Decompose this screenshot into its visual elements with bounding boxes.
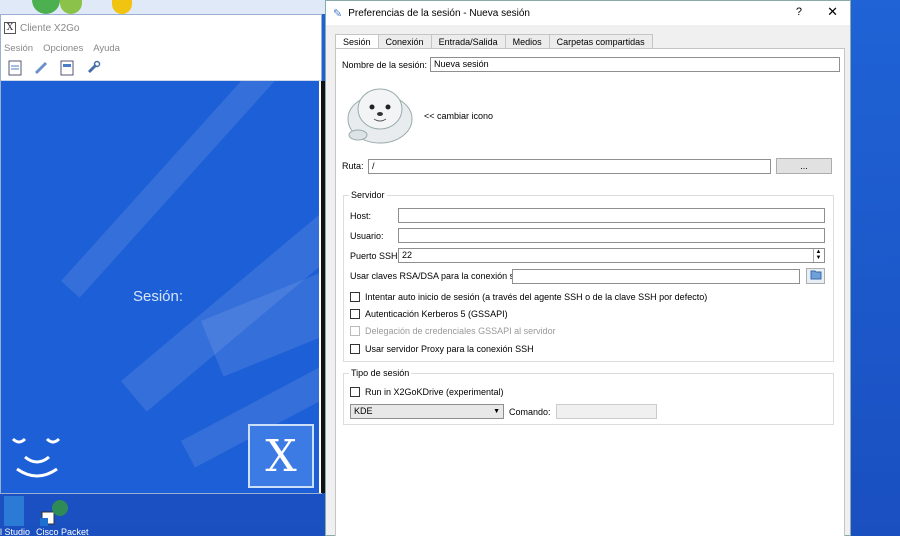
command-label: Comando: [509,406,551,417]
proxy-checkbox[interactable] [350,344,360,354]
session-name-input[interactable]: Nueva sesión [430,57,841,72]
folder-open-icon [810,270,821,280]
gssapi-delegation-checkbox [350,326,360,336]
wrench-icon [87,60,101,73]
kerberos-checkbox[interactable] [350,309,360,319]
spin-arrows-icon[interactable]: ▲ ▼ [813,249,823,262]
x2go-logo: X [248,424,314,488]
preferences-button[interactable] [84,59,102,77]
user-input[interactable] [398,228,825,243]
session-type-title: Tipo de sesión [349,368,412,378]
user-label: Usuario: [350,230,384,241]
desktop-icon-label: l Studio [0,527,31,536]
session-type-group: Tipo de sesión Run in X2GoKDrive (experi… [343,368,834,425]
run-kdrive-row: Run in X2GoKDrive (experimental) [350,387,504,397]
host-row: Host: [350,208,825,223]
tab-conexion[interactable]: Conexión [377,34,432,49]
menu-sesion[interactable]: Sesión [4,43,33,54]
dialog-title: Preferencias de la sesión - Nueva sesión [348,7,530,19]
session-icon-button[interactable] [344,83,416,147]
rsa-key-row: Usar claves RSA/DSA para la conexión ssh… [350,268,825,284]
tab-medios[interactable]: Medios [504,34,550,49]
desktop-app-icon[interactable] [60,0,82,14]
dialog-titlebar[interactable]: ✎ Preferencias de la sesión - Nueva sesi… [326,1,850,25]
pencil-icon [34,61,48,74]
proxy-row: Usar servidor Proxy para la conexión SSH [350,344,534,354]
rsa-key-label: Usar claves RSA/DSA para la conexión ssh… [350,271,527,281]
client-titlebar[interactable]: X Cliente X2Go [1,15,321,41]
ssh-port-value: 22 [402,250,413,260]
client-menubar: Sesión Opciones Ayuda [1,41,321,55]
host-label: Host: [350,210,372,221]
dialog-tabs: Sesión Conexión Entrada/Salida Medios Ca… [335,34,653,50]
ssh-port-row: Puerto SSH: 22 ▲ ▼ [350,248,825,263]
x2go-app-icon: X [4,22,16,34]
client-title: Cliente X2Go [20,22,80,34]
session-name-row: Nombre de la sesión: Nueva sesión [342,57,841,72]
tab-carpetas-compartidas[interactable]: Carpetas compartidas [548,34,653,49]
auto-login-checkbox[interactable] [350,292,360,302]
open-key-file-button[interactable] [806,268,825,284]
run-kdrive-label: Run in X2GoKDrive (experimental) [365,387,504,397]
kerberos-label: Autenticación Kerberos 5 (GSSAPI) [365,309,508,319]
session-type-row: KDE ▼ Comando: [350,404,657,419]
desktop-top-strip [0,0,330,14]
host-input[interactable] [398,208,825,223]
gssapi-delegation-row: Delegación de credenciales GSSAPI al ser… [350,326,556,336]
session-type-value: KDE [354,406,373,416]
desktop-icon-label: Cisco Packet [36,527,89,536]
server-group: Servidor Host: Usuario: Puerto SSH: 22 ▲… [343,190,834,362]
tab-entrada-salida[interactable]: Entrada/Salida [430,34,506,49]
session-type-select[interactable]: KDE ▼ [350,404,504,419]
user-row: Usuario: [350,228,825,243]
chevron-down-icon: ▼ [493,408,500,415]
ssh-port-spinbox[interactable]: 22 ▲ ▼ [398,248,825,263]
desktop-app-icon[interactable] [112,0,132,14]
gssapi-delegation-label: Delegación de credenciales GSSAPI al ser… [365,326,556,336]
ssh-port-label: Puerto SSH: [350,250,401,261]
edit-session-button[interactable] [32,59,50,77]
auto-login-row: Intentar auto inicio de sesión (a través… [350,292,707,302]
route-row: Ruta: / ... [342,158,832,174]
session-canvas: Sesión: X [1,81,319,493]
change-icon-link[interactable]: << cambiar icono [424,111,493,121]
browse-route-button[interactable]: ... [776,158,832,174]
help-button[interactable]: ? [796,6,802,18]
new-session-icon [8,60,22,75]
proxy-label: Usar servidor Proxy para la conexión SSH [365,344,534,354]
desktop-app-icon[interactable] [32,0,60,14]
document-icon [60,60,74,75]
menu-ayuda[interactable]: Ayuda [93,43,120,54]
session-list-button[interactable] [58,59,76,77]
session-name-label: Nombre de la sesión: [342,59,428,70]
route-label: Ruta: [342,161,364,171]
client-toolbar [1,55,321,81]
close-button[interactable]: ✕ [827,4,838,20]
server-group-title: Servidor [349,190,387,200]
menu-opciones[interactable]: Opciones [43,43,83,54]
new-session-button[interactable] [6,59,24,77]
x2go-seal-icon [11,437,61,478]
pencil-icon: ✎ [333,7,343,20]
auto-login-label: Intentar auto inicio de sesión (a través… [365,292,708,302]
canvas-session-label: Sesión: [133,288,184,305]
command-input[interactable] [555,404,657,419]
kerberos-row: Autenticación Kerberos 5 (GSSAPI) [350,309,508,319]
seal-icon [347,88,413,144]
run-kdrive-checkbox[interactable] [350,387,360,397]
session-preferences-dialog: ✎ Preferencias de la sesión - Nueva sesi… [325,0,851,536]
rsa-key-input[interactable] [512,268,800,284]
route-input[interactable]: / [368,158,771,174]
visual-studio-icon[interactable] [4,496,24,526]
x2go-client-window: X Cliente X2Go Sesión Opciones Ayuda Ses… [0,14,325,494]
cisco-packet-icon[interactable] [40,498,72,526]
tab-panel-sesion: Nombre de la sesión: Nueva sesión << cam… [335,48,845,536]
